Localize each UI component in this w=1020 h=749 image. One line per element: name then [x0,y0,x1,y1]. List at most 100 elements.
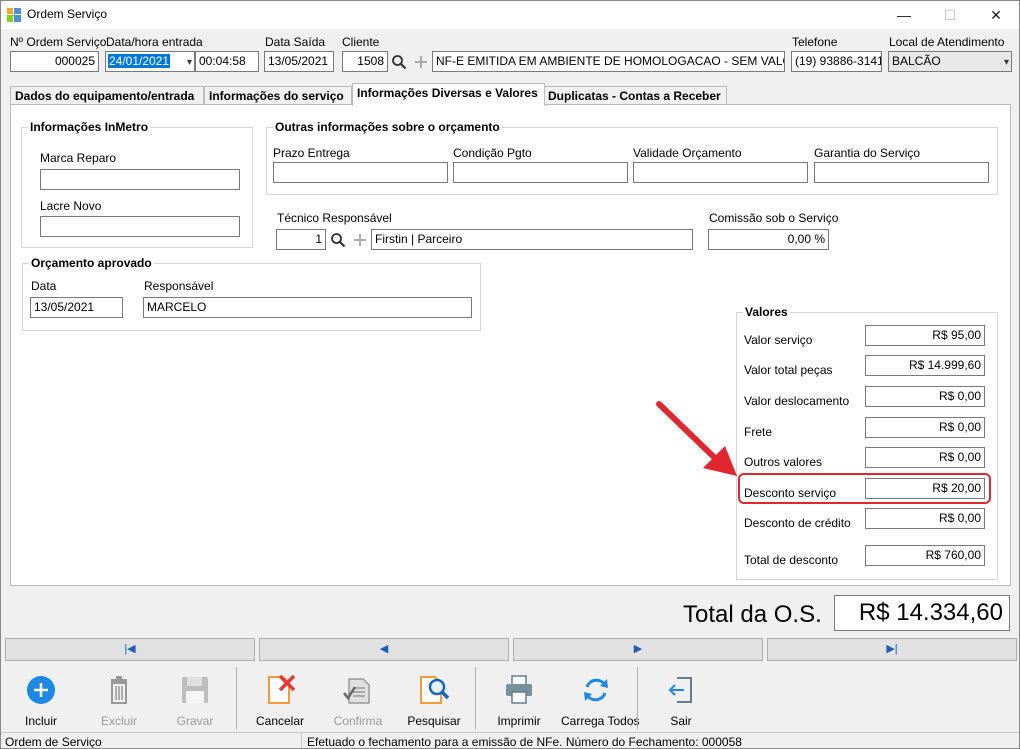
toolbar-separator [637,667,638,729]
entry-datetime-label: Data/hora entrada [106,35,203,49]
payment-condition-field[interactable] [453,162,628,183]
load-all-button-label: Carrega Todos [561,714,640,728]
approved-quote-title: Orçamento aprovado [29,256,154,270]
credit-discount-field[interactable]: R$ 0,00 [865,508,985,529]
brand-repair-field[interactable] [40,169,240,190]
other-values-field[interactable]: R$ 0,00 [865,447,985,468]
nav-next-button[interactable]: ▶ [513,638,763,661]
exit-date-label: Data Saída [265,35,326,49]
nav-prev-button[interactable]: ◀ [259,638,509,661]
service-warranty-field[interactable] [814,162,989,183]
annotation-arrow-icon [656,401,737,476]
tab-receivables[interactable]: Duplicatas - Contas a Receber [543,86,727,106]
new-seal-field[interactable] [40,216,240,237]
inmetro-group: Informações InMetro Marca Reparo Lacre N… [21,120,253,248]
plus-circle-icon [27,676,55,704]
cancel-document-icon [268,674,296,704]
confirm-button-label: Confirma [333,714,383,728]
value-row-label: Desconto de crédito [744,516,851,530]
refresh-icon [584,678,608,702]
close-button[interactable]: ✕ [973,1,1019,29]
commission-label: Comissão sob o Serviço [709,211,839,225]
responsible-label: Responsável [144,279,214,293]
approval-date-field[interactable]: 13/05/2021 [30,297,123,318]
travel-value-field[interactable]: R$ 0,00 [865,386,985,407]
order-total-field: R$ 14.334,60 [834,595,1010,631]
tab-service-info[interactable]: Informações do serviço [204,86,352,106]
status-divider [301,733,302,748]
service-location-value: BALCÃO [892,54,941,68]
client-code-field[interactable]: 1508 [342,51,388,72]
toolbar: Incluir Excluir Gravar Cancelar Confirma… [1,663,1019,733]
print-button[interactable]: Imprimir [484,663,554,733]
discount-highlight [738,473,991,504]
add-icon[interactable] [350,229,369,250]
search-button[interactable]: Pesquisar [399,663,469,733]
technician-code-field[interactable]: 1 [276,229,326,250]
value-row-label: Valor total peças [744,363,833,377]
save-button-label: Gravar [176,714,214,728]
cancel-button[interactable]: Cancelar [245,663,315,733]
client-name-field[interactable]: NF-E EMITIDA EM AMBIENTE DE HOMOLOGACAO … [432,51,785,72]
parts-total-field[interactable]: R$ 14.999,60 [865,355,985,376]
confirm-button[interactable]: Confirma [323,663,393,733]
delete-button-label: Excluir [100,714,137,728]
responsible-field[interactable]: MARCELO [143,297,472,318]
exit-button-label: Sair [670,714,692,728]
add-button-label: Incluir [24,714,57,728]
entry-time-field[interactable]: 00:04:58 [195,51,259,72]
client-label: Cliente [342,35,380,49]
nav-last-button[interactable]: ▶| [767,638,1017,661]
commission-field[interactable]: 0,00 % [708,229,829,250]
quote-validity-field[interactable] [633,162,808,183]
inmetro-title: Informações InMetro [28,120,151,134]
total-discount-field[interactable]: R$ 760,00 [865,545,985,566]
delivery-term-label: Prazo Entrega [273,146,350,160]
save-button[interactable]: Gravar [160,663,230,733]
tab-misc-values[interactable]: Informações Diversas e Valores [352,83,545,106]
toolbar-separator [475,667,476,729]
exit-icon [668,677,692,703]
maximize-button[interactable]: ☐ [927,1,973,29]
chevron-down-icon[interactable]: ▾ [1004,53,1009,71]
entry-date-picker[interactable]: 24/01/2021 ▾ [105,51,195,72]
service-location-select[interactable]: BALCÃO ▾ [888,51,1012,72]
freight-field[interactable]: R$ 0,00 [865,417,985,438]
service-location-label: Local de Atendimento [889,35,1005,49]
service-value-field[interactable]: R$ 95,00 [865,325,985,346]
brand-repair-label: Marca Reparo [40,151,117,165]
add-button[interactable]: Incluir [6,663,76,733]
trash-icon [111,676,127,704]
minimize-button[interactable]: — [881,1,927,29]
technician-name-field[interactable]: Firstin | Parceiro [371,229,693,250]
delete-button[interactable]: Excluir [84,663,154,733]
tab-panel: Informações InMetro Marca Reparo Lacre N… [10,104,1011,586]
toolbar-separator [236,667,237,729]
chevron-down-icon[interactable]: ▾ [187,53,192,71]
exit-button[interactable]: Sair [646,663,716,733]
add-icon[interactable] [411,51,430,72]
approval-date-label: Data [31,279,57,293]
search-icon[interactable] [389,51,408,72]
status-bar: Ordem de Serviço Efetuado o fechamento p… [1,732,1019,749]
delivery-term-field[interactable] [273,162,448,183]
phone-field[interactable]: (19) 93886-3141 [791,51,882,72]
phone-label: Telefone [792,35,838,49]
other-info-group: Outras informações sobre o orçamento Pra… [266,120,998,195]
order-total-label: Total da O.S. [683,601,822,628]
value-row-label: Valor deslocamento [744,394,850,408]
floppy-disk-icon [182,677,208,703]
load-all-button[interactable]: Carrega Todos [561,663,640,733]
tab-equipment[interactable]: Dados do equipamento/entrada [10,86,204,106]
search-icon[interactable] [328,229,347,250]
status-message: Efetuado o fechamento para a emissão de … [307,735,742,749]
os-number-field[interactable]: 000025 [10,51,99,72]
new-seal-label: Lacre Novo [40,199,102,213]
nav-first-button[interactable]: |◀ [5,638,255,661]
confirm-document-icon [343,678,370,704]
status-module: Ordem de Serviço [5,735,102,749]
app-icon [7,8,21,22]
exit-date-field[interactable]: 13/05/2021 [264,51,334,72]
quote-validity-label: Validade Orçamento [633,146,742,160]
approved-quote-group: Orçamento aprovado Data 13/05/2021 Respo… [22,256,481,331]
